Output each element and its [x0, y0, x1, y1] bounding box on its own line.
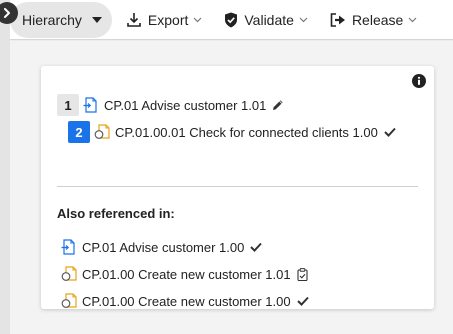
item-title: CP.01.00.01 Check for connected clients …: [115, 124, 378, 140]
divider: [57, 186, 418, 187]
chevron-down-icon: [299, 17, 308, 23]
level-badge: 2: [68, 121, 90, 143]
level-badge: 1: [57, 94, 79, 116]
item-title: CP.01 Advise customer 1.00: [82, 239, 245, 255]
process-icon: [61, 239, 78, 255]
hierarchy-row[interactable]: 2 CP.01.00.01 Check for connected client…: [68, 121, 396, 143]
release-button[interactable]: Release: [322, 2, 425, 38]
check-icon: [384, 127, 396, 137]
subprocess-icon: [61, 266, 78, 282]
hierarchy-label: Hierarchy: [22, 11, 82, 28]
referenced-item[interactable]: CP.01.00 Create new customer 1.00: [61, 293, 309, 309]
process-icon: [83, 97, 100, 113]
hierarchy-row[interactable]: 1 CP.01 Advise customer 1.01: [57, 94, 284, 116]
release-label: Release: [351, 11, 404, 28]
referenced-item[interactable]: CP.01 Advise customer 1.00: [61, 239, 263, 255]
left-strip: [0, 0, 10, 334]
release-icon: [330, 12, 346, 27]
item-title: CP.01.00 Create new customer 1.01: [82, 266, 291, 282]
toolbar: Hierarchy Export Validate Release: [10, 0, 453, 40]
download-icon: [126, 12, 142, 28]
content-area: 1 CP.01 Advise customer 1.01 2 CP.01.00.…: [10, 41, 453, 334]
shield-check-icon: [224, 12, 238, 28]
info-icon[interactable]: [412, 74, 426, 91]
caret-down-icon: [91, 16, 102, 23]
chevron-down-icon: [193, 17, 202, 23]
check-icon: [250, 242, 263, 252]
subprocess-icon: [61, 293, 78, 309]
chevron-right-icon: [4, 8, 10, 18]
hierarchy-popover: 1 CP.01 Advise customer 1.01 2 CP.01.00.…: [41, 66, 434, 309]
item-title: CP.01.00 Create new customer 1.00: [82, 293, 291, 309]
hierarchy-button[interactable]: Hierarchy: [10, 1, 112, 38]
validate-label: Validate: [244, 11, 294, 28]
export-button[interactable]: Export: [118, 2, 210, 38]
referenced-item[interactable]: CP.01.00 Create new customer 1.01: [61, 266, 308, 282]
clipboard-icon: [297, 267, 308, 281]
subprocess-icon: [94, 124, 111, 140]
pencil-icon[interactable]: [272, 99, 284, 111]
check-icon: [296, 296, 309, 306]
referenced-title: Also referenced in:: [57, 206, 175, 221]
export-label: Export: [147, 11, 189, 28]
validate-button[interactable]: Validate: [216, 2, 316, 38]
chevron-down-icon: [408, 17, 417, 23]
item-title: CP.01 Advise customer 1.01: [104, 97, 267, 113]
